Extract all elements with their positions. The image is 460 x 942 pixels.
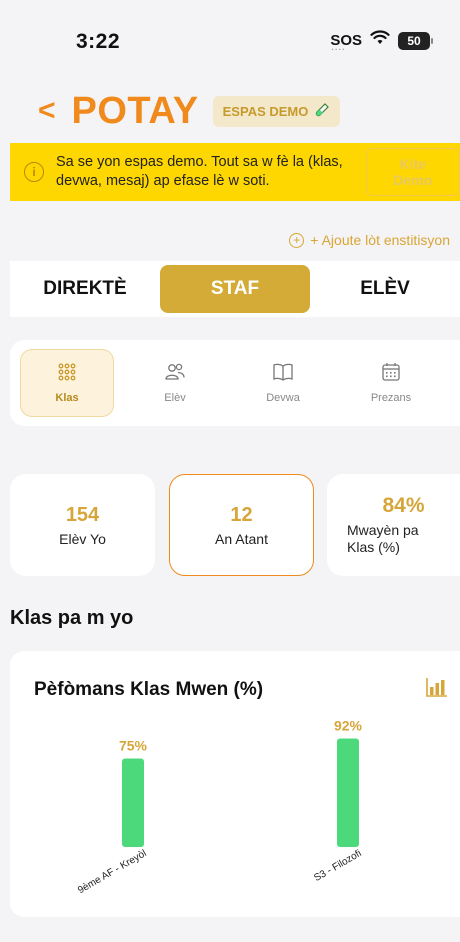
sos-indicator: SOS [330, 32, 362, 54]
stat-value: 84% [382, 494, 425, 517]
chart-category-label: 9ème AF - Kreyòl [76, 848, 148, 896]
status-time: 3:22 [76, 30, 121, 53]
status-icons: SOS 50 [330, 30, 433, 54]
tab-student[interactable]: ELÈV [310, 265, 460, 313]
nav-item-label: Devwa [266, 391, 300, 404]
nav-item-attendance[interactable]: Prezans [344, 349, 438, 417]
add-institution-link[interactable]: + + Ajoute lòt enstitisyon [289, 232, 450, 248]
users-icon [165, 363, 185, 392]
nav-item-students[interactable]: Elèv [128, 349, 222, 417]
nav-item-label: Klas [55, 391, 79, 404]
add-institution-label: + Ajoute lòt enstitisyon [310, 232, 450, 248]
bar-chart-icon[interactable] [426, 677, 448, 702]
demo-banner: i Sa se yon espas demo. Tout sa w fè la … [10, 143, 460, 201]
chart-value-label: 92% [334, 717, 363, 733]
section-title: Klas pa m yo [10, 607, 134, 629]
chart-bar [122, 758, 144, 847]
plus-circle-icon: + [289, 232, 305, 248]
book-icon [273, 363, 293, 392]
calendar-icon [382, 362, 400, 392]
wifi-icon [370, 30, 390, 51]
demo-badge: ESPAS DEMO [212, 95, 341, 127]
exit-demo-button[interactable]: Kite Demo [365, 148, 460, 196]
performance-chart: 75% 9ème AF - Kreyòl 92% S3 - Filozofi [76, 717, 363, 896]
stats-row: 154 Elèv Yo 12 An Atant 84% Mwayèn pa Kl… [10, 474, 460, 576]
chart-category-label: S3 - Filozofi [312, 848, 363, 884]
status-bar: 3:22 SOS 50 [0, 0, 460, 80]
grid-icon [58, 363, 76, 392]
stat-value: 154 [65, 503, 100, 526]
nav-item-label: Prezans [370, 392, 412, 404]
chart-title: Pèfòmans Klas Mwen (%) [34, 679, 264, 700]
chart-value-label: 75% [119, 738, 148, 754]
battery-icon: 50 [398, 31, 433, 50]
tab-director[interactable]: DIREKTÈ [10, 265, 160, 313]
stat-card-pending[interactable]: 12 An Atant [169, 474, 314, 576]
stat-card-average[interactable]: 84% Mwayèn pa Klas (%) [327, 474, 460, 576]
demo-badge-label: ESPAS DEMO [222, 103, 309, 119]
nav-item-homework[interactable]: Devwa [236, 349, 330, 417]
test-tube-icon [314, 102, 330, 121]
stat-label: Elèv Yo [59, 530, 106, 547]
tab-staff[interactable]: STAF [160, 265, 310, 313]
page-header: < POTAY ESPAS DEMO [38, 88, 341, 134]
role-tabs: DIREKTÈ STAF ELÈV [10, 261, 460, 317]
app-title: POTAY [71, 89, 199, 132]
demo-banner-text: Sa se yon espas demo. Tout sa w fè la (k… [56, 154, 343, 189]
stat-label: An Atant [215, 530, 268, 547]
stat-label: Mwayèn pa Klas (%) [347, 522, 419, 555]
info-icon: i [24, 162, 44, 182]
stat-value: 12 [230, 503, 253, 526]
section-nav: Klas Elèv Devwa Prezans [10, 340, 460, 426]
nav-item-label: Elèv [164, 391, 186, 404]
chart-bar [337, 738, 359, 847]
performance-chart-card: Pèfòmans Klas Mwen (%) 75% 9ème AF - Krey… [10, 651, 460, 917]
back-chevron-icon[interactable]: < [38, 96, 56, 126]
stat-card-students[interactable]: 154 Elèv Yo [10, 474, 155, 576]
nav-item-classes[interactable]: Klas [20, 349, 114, 417]
